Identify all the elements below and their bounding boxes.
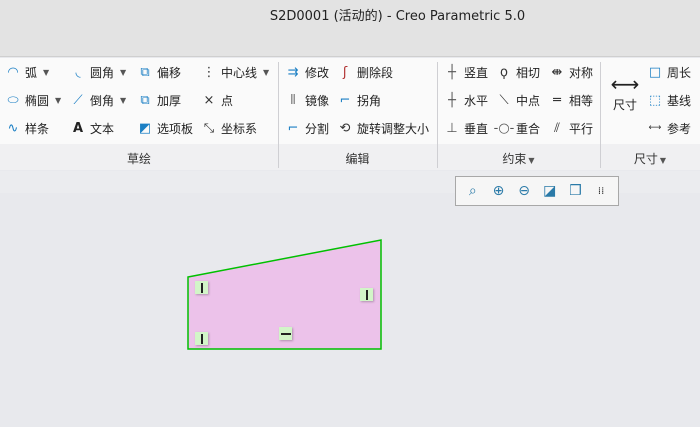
refit-icon[interactable]: ⌕ bbox=[464, 182, 482, 200]
sketcher-display-filter-icon[interactable]: ⁞⁞ bbox=[592, 182, 610, 200]
vertical-constraint-marker[interactable] bbox=[195, 332, 208, 345]
vertical-constraint-marker[interactable] bbox=[195, 281, 208, 294]
display-style-icon[interactable]: ❒ bbox=[566, 182, 584, 200]
repaint-icon[interactable]: ◪ bbox=[541, 182, 559, 200]
zoom-out-icon[interactable]: ⊖ bbox=[515, 182, 533, 200]
sketch-canvas[interactable] bbox=[0, 0, 700, 427]
zoom-in-icon[interactable]: ⊕ bbox=[489, 182, 507, 200]
horizontal-constraint-marker[interactable] bbox=[279, 327, 292, 340]
graphics-toolbar: ⌕ ⊕ ⊖ ◪ ❒ ⁞⁞ bbox=[455, 176, 619, 206]
vertical-constraint-marker[interactable] bbox=[360, 288, 373, 301]
